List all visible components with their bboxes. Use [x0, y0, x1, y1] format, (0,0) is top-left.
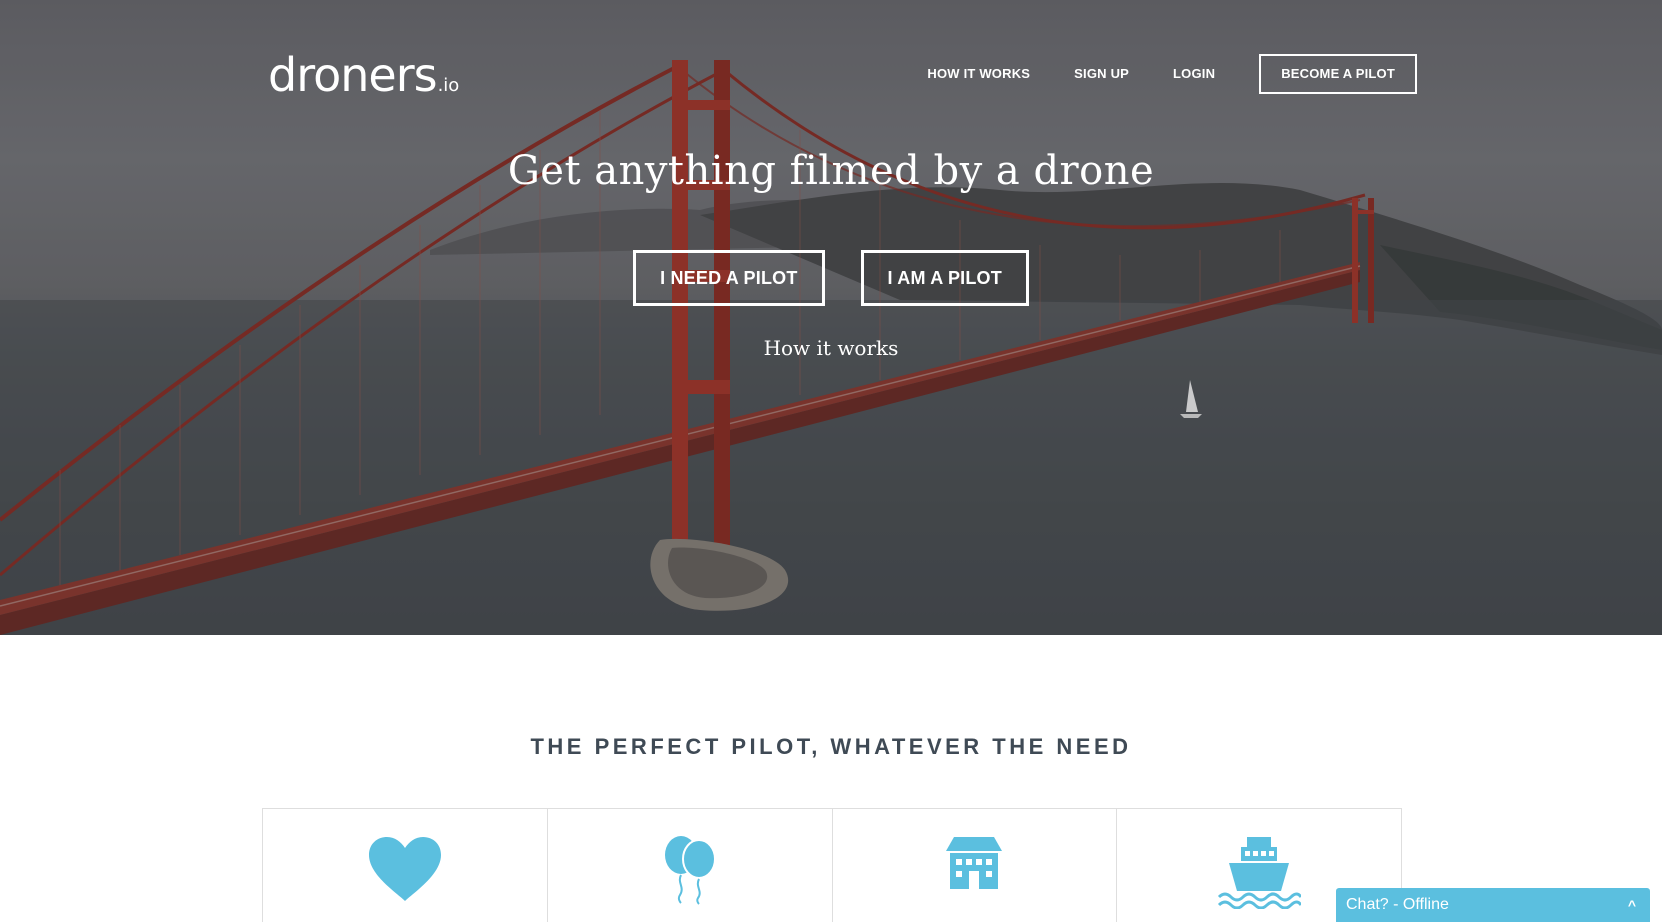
section-title: THE PERFECT PILOT, WHATEVER THE NEED	[530, 734, 1132, 759]
hero-banner: droners .io HOW IT WORKS SIGN UP LOGIN BE…	[0, 0, 1662, 635]
hero-overlay	[0, 0, 1662, 635]
hero-headline: Get anything filmed by a drone	[507, 148, 1155, 194]
chevron-up-icon[interactable]: ^	[1628, 897, 1636, 913]
nav-how-it-works[interactable]: HOW IT WORKS	[927, 54, 1030, 94]
am-pilot-button[interactable]: I AM A PILOT	[860, 250, 1029, 306]
nav-login[interactable]: LOGIN	[1173, 54, 1215, 94]
brand-logo[interactable]: droners .io	[268, 46, 459, 115]
nav-sign-up[interactable]: SIGN UP	[1074, 54, 1129, 94]
ship-icon	[1218, 837, 1302, 909]
card-real-estate[interactable]	[833, 809, 1118, 922]
use-case-cards	[262, 808, 1402, 922]
how-it-works-link[interactable]: How it works	[0, 336, 1662, 360]
brand-tld: .io	[437, 75, 460, 96]
chat-widget[interactable]: Chat? - Offline ^	[1336, 888, 1650, 922]
chat-label: Chat? - Offline	[1346, 896, 1449, 913]
brand-name: droners	[268, 48, 438, 102]
heart-icon	[368, 837, 441, 901]
become-pilot-button[interactable]: BECOME A PILOT	[1259, 54, 1417, 94]
top-nav: HOW IT WORKS SIGN UP LOGIN BECOME A PILO…	[883, 54, 1417, 94]
need-pilot-button[interactable]: I NEED A PILOT	[633, 250, 825, 306]
hero-cta-group: I NEED A PILOT I AM A PILOT	[0, 250, 1662, 306]
house-icon	[946, 837, 1003, 889]
balloons-icon	[664, 836, 716, 905]
card-events[interactable]	[548, 809, 833, 922]
card-weddings[interactable]	[263, 809, 548, 922]
